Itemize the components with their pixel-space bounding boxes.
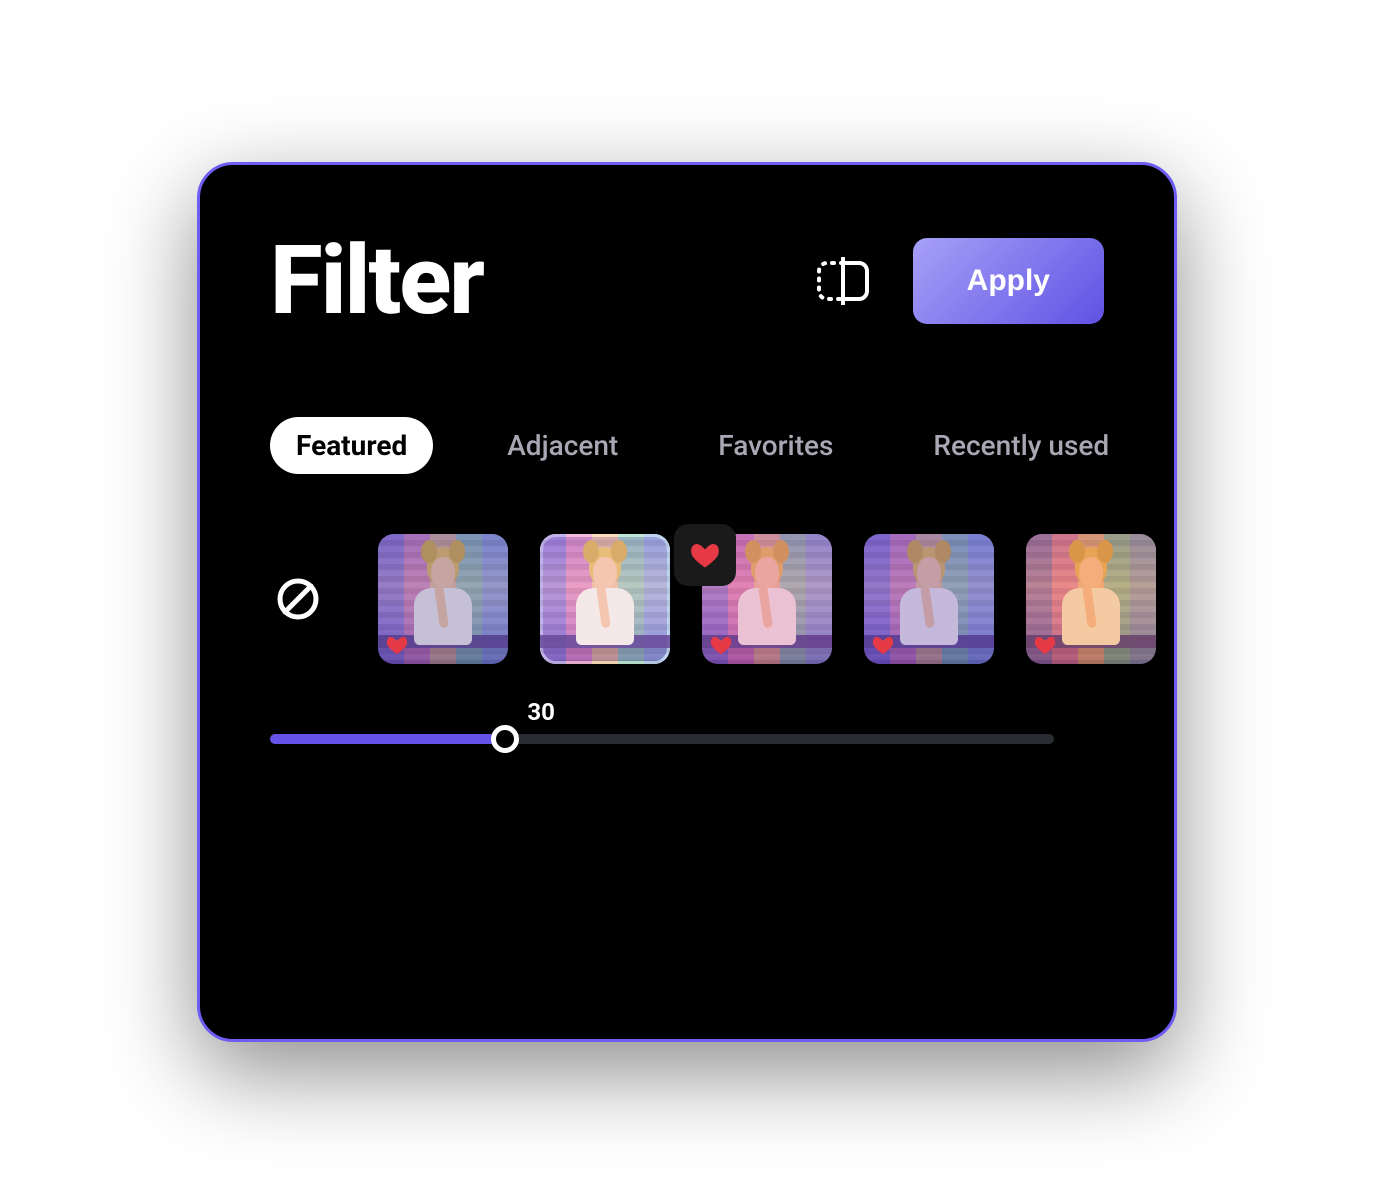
heart-icon <box>1034 634 1056 656</box>
tab-adjacent[interactable]: Adjacent <box>481 417 644 474</box>
slider-handle[interactable] <box>491 725 519 753</box>
no-filter-icon <box>276 577 320 621</box>
filter-thumbnail[interactable] <box>864 534 994 664</box>
heart-icon <box>690 541 720 569</box>
apply-button[interactable]: Apply <box>913 238 1104 324</box>
no-filter-button[interactable] <box>270 571 326 627</box>
tab-featured[interactable]: Featured <box>270 417 433 474</box>
filter-thumbnail[interactable] <box>1026 534 1156 664</box>
panel-title: Filter <box>270 225 773 337</box>
heart-icon <box>710 634 732 656</box>
tab-recently-used[interactable]: Recently used <box>907 417 1135 474</box>
compare-icon[interactable] <box>813 257 873 305</box>
tab-favorites[interactable]: Favorites <box>692 417 859 474</box>
slider-track[interactable] <box>270 734 1054 744</box>
filter-strip-wrap <box>270 534 1174 664</box>
panel-header: Filter Apply <box>270 225 1174 337</box>
heart-icon <box>386 634 408 656</box>
filter-panel: Filter Apply Featured Adjacent Favorites… <box>197 162 1177 1042</box>
slider-fill <box>270 734 505 744</box>
filter-thumbnail[interactable] <box>378 534 508 664</box>
favorite-badge[interactable] <box>674 524 736 586</box>
tab-bar: Featured Adjacent Favorites Recently use… <box>270 417 1174 474</box>
slider-value-label: 30 <box>527 698 555 726</box>
heart-icon <box>872 634 894 656</box>
filter-thumbnail[interactable] <box>540 534 670 664</box>
intensity-slider[interactable]: 30 <box>270 734 1174 744</box>
